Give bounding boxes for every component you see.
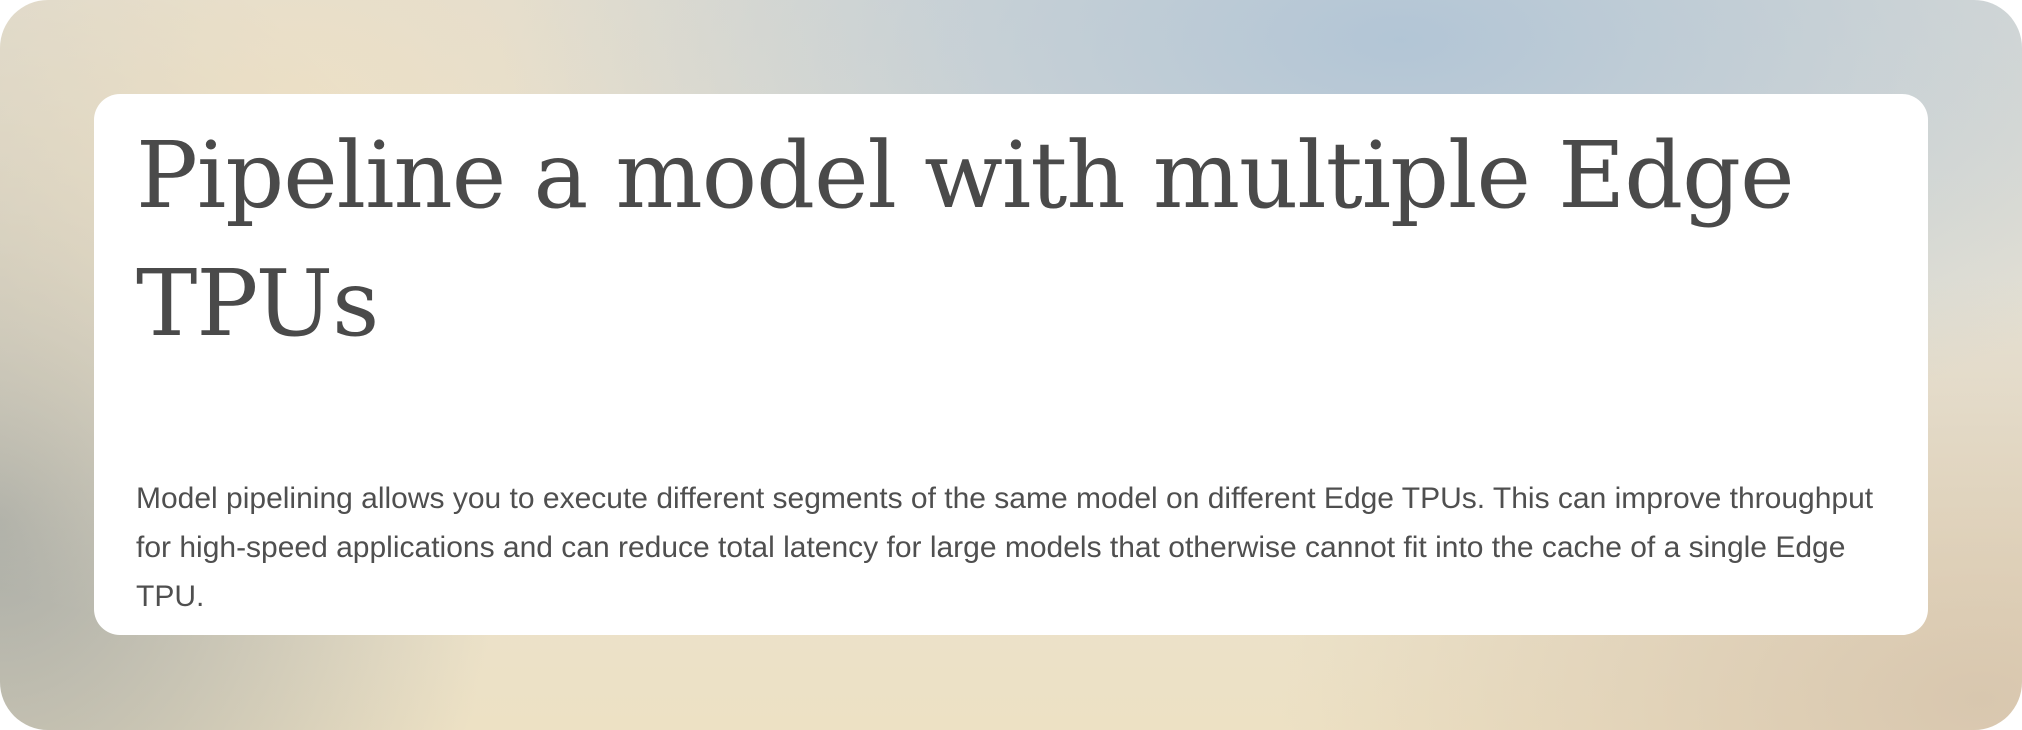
background-frame: Pipeline a model with multiple Edge TPUs… [0, 0, 2022, 730]
page-title: Pipeline a model with multiple Edge TPUs [136, 122, 1795, 357]
page-summary: Model pipelining allows you to execute d… [136, 482, 1874, 613]
content-card: Pipeline a model with multiple Edge TPUs… [94, 94, 1928, 635]
